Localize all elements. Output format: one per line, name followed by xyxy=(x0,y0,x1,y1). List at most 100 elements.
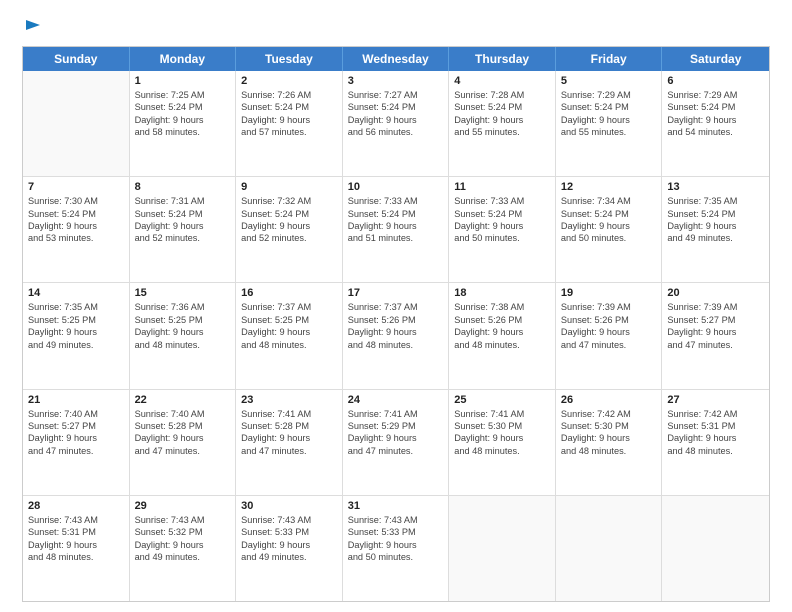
day-cell-30: 30Sunrise: 7:43 AMSunset: 5:33 PMDayligh… xyxy=(236,496,343,601)
day-cell-4: 4Sunrise: 7:28 AMSunset: 5:24 PMDaylight… xyxy=(449,71,556,176)
cell-info-line: Sunrise: 7:31 AM xyxy=(135,195,231,207)
cell-info-line: and 48 minutes. xyxy=(348,339,444,351)
day-cell-20: 20Sunrise: 7:39 AMSunset: 5:27 PMDayligh… xyxy=(662,283,769,388)
day-number: 19 xyxy=(561,287,657,299)
cell-info-line: Daylight: 9 hours xyxy=(135,114,231,126)
cell-info-line: Sunrise: 7:41 AM xyxy=(454,408,550,420)
cell-info-line: Sunset: 5:26 PM xyxy=(348,314,444,326)
day-cell-7: 7Sunrise: 7:30 AMSunset: 5:24 PMDaylight… xyxy=(23,177,130,282)
day-number: 22 xyxy=(135,394,231,406)
cell-info-line: and 52 minutes. xyxy=(241,232,337,244)
cell-info-line: Daylight: 9 hours xyxy=(348,539,444,551)
day-cell-8: 8Sunrise: 7:31 AMSunset: 5:24 PMDaylight… xyxy=(130,177,237,282)
day-number: 23 xyxy=(241,394,337,406)
week-row-3: 21Sunrise: 7:40 AMSunset: 5:27 PMDayligh… xyxy=(23,390,769,496)
day-number: 4 xyxy=(454,75,550,87)
day-cell-5: 5Sunrise: 7:29 AMSunset: 5:24 PMDaylight… xyxy=(556,71,663,176)
cell-info-line: and 54 minutes. xyxy=(667,126,764,138)
day-cell-6: 6Sunrise: 7:29 AMSunset: 5:24 PMDaylight… xyxy=(662,71,769,176)
day-number: 31 xyxy=(348,500,444,512)
cell-info-line: Sunset: 5:24 PM xyxy=(561,101,657,113)
day-cell-12: 12Sunrise: 7:34 AMSunset: 5:24 PMDayligh… xyxy=(556,177,663,282)
cell-info-line: Daylight: 9 hours xyxy=(667,432,764,444)
day-cell-3: 3Sunrise: 7:27 AMSunset: 5:24 PMDaylight… xyxy=(343,71,450,176)
day-number: 29 xyxy=(135,500,231,512)
cell-info-line: and 56 minutes. xyxy=(348,126,444,138)
day-number: 16 xyxy=(241,287,337,299)
cell-info-line: Daylight: 9 hours xyxy=(241,432,337,444)
cell-info-line: Sunset: 5:25 PM xyxy=(135,314,231,326)
day-cell-15: 15Sunrise: 7:36 AMSunset: 5:25 PMDayligh… xyxy=(130,283,237,388)
cell-info-line: Daylight: 9 hours xyxy=(348,114,444,126)
day-number: 11 xyxy=(454,181,550,193)
cell-info-line: and 52 minutes. xyxy=(135,232,231,244)
cell-info-line: and 55 minutes. xyxy=(561,126,657,138)
day-cell-16: 16Sunrise: 7:37 AMSunset: 5:25 PMDayligh… xyxy=(236,283,343,388)
day-number: 15 xyxy=(135,287,231,299)
empty-cell xyxy=(23,71,130,176)
empty-cell xyxy=(662,496,769,601)
cell-info-line: Sunrise: 7:26 AM xyxy=(241,89,337,101)
cell-info-line: Daylight: 9 hours xyxy=(667,326,764,338)
cell-info-line: and 49 minutes. xyxy=(241,551,337,563)
cell-info-line: and 49 minutes. xyxy=(135,551,231,563)
cell-info-line: Sunrise: 7:43 AM xyxy=(348,514,444,526)
day-cell-26: 26Sunrise: 7:42 AMSunset: 5:30 PMDayligh… xyxy=(556,390,663,495)
day-cell-11: 11Sunrise: 7:33 AMSunset: 5:24 PMDayligh… xyxy=(449,177,556,282)
calendar-body: 1Sunrise: 7:25 AMSunset: 5:24 PMDaylight… xyxy=(23,71,769,601)
week-row-1: 7Sunrise: 7:30 AMSunset: 5:24 PMDaylight… xyxy=(23,177,769,283)
day-cell-19: 19Sunrise: 7:39 AMSunset: 5:26 PMDayligh… xyxy=(556,283,663,388)
cell-info-line: Sunrise: 7:43 AM xyxy=(28,514,124,526)
cell-info-line: Sunset: 5:31 PM xyxy=(667,420,764,432)
cell-info-line: and 47 minutes. xyxy=(241,445,337,457)
cell-info-line: Sunrise: 7:41 AM xyxy=(348,408,444,420)
day-number: 13 xyxy=(667,181,764,193)
cell-info-line: Sunrise: 7:30 AM xyxy=(28,195,124,207)
cell-info-line: Daylight: 9 hours xyxy=(667,114,764,126)
day-cell-27: 27Sunrise: 7:42 AMSunset: 5:31 PMDayligh… xyxy=(662,390,769,495)
cell-info-line: Sunset: 5:25 PM xyxy=(28,314,124,326)
cell-info-line: Sunrise: 7:34 AM xyxy=(561,195,657,207)
cell-info-line: Daylight: 9 hours xyxy=(561,114,657,126)
week-row-4: 28Sunrise: 7:43 AMSunset: 5:31 PMDayligh… xyxy=(23,496,769,601)
cell-info-line: Daylight: 9 hours xyxy=(241,220,337,232)
day-cell-9: 9Sunrise: 7:32 AMSunset: 5:24 PMDaylight… xyxy=(236,177,343,282)
cell-info-line: Daylight: 9 hours xyxy=(241,114,337,126)
day-number: 25 xyxy=(454,394,550,406)
cell-info-line: Sunset: 5:26 PM xyxy=(561,314,657,326)
day-number: 28 xyxy=(28,500,124,512)
day-number: 3 xyxy=(348,75,444,87)
day-number: 20 xyxy=(667,287,764,299)
header-day-sunday: Sunday xyxy=(23,47,130,71)
cell-info-line: Sunset: 5:24 PM xyxy=(454,101,550,113)
cell-info-line: Sunrise: 7:38 AM xyxy=(454,301,550,313)
cell-info-line: Daylight: 9 hours xyxy=(454,432,550,444)
day-number: 12 xyxy=(561,181,657,193)
day-number: 14 xyxy=(28,287,124,299)
cell-info-line: Sunset: 5:24 PM xyxy=(241,208,337,220)
cell-info-line: Sunset: 5:28 PM xyxy=(241,420,337,432)
day-cell-22: 22Sunrise: 7:40 AMSunset: 5:28 PMDayligh… xyxy=(130,390,237,495)
cell-info-line: Sunrise: 7:32 AM xyxy=(241,195,337,207)
cell-info-line: Sunset: 5:33 PM xyxy=(348,526,444,538)
cell-info-line: Daylight: 9 hours xyxy=(454,114,550,126)
cell-info-line: and 48 minutes. xyxy=(561,445,657,457)
cell-info-line: Sunrise: 7:25 AM xyxy=(135,89,231,101)
cell-info-line: Sunrise: 7:35 AM xyxy=(28,301,124,313)
day-number: 8 xyxy=(135,181,231,193)
cell-info-line: Sunset: 5:24 PM xyxy=(454,208,550,220)
cell-info-line: Sunset: 5:32 PM xyxy=(135,526,231,538)
cell-info-line: and 47 minutes. xyxy=(561,339,657,351)
cell-info-line: and 48 minutes. xyxy=(667,445,764,457)
cell-info-line: Sunset: 5:27 PM xyxy=(28,420,124,432)
header-day-thursday: Thursday xyxy=(449,47,556,71)
cell-info-line: Sunset: 5:24 PM xyxy=(28,208,124,220)
cell-info-line: and 57 minutes. xyxy=(241,126,337,138)
cell-info-line: and 48 minutes. xyxy=(241,339,337,351)
cell-info-line: Daylight: 9 hours xyxy=(135,220,231,232)
cell-info-line: Daylight: 9 hours xyxy=(348,432,444,444)
cell-info-line: Daylight: 9 hours xyxy=(454,220,550,232)
day-cell-28: 28Sunrise: 7:43 AMSunset: 5:31 PMDayligh… xyxy=(23,496,130,601)
cell-info-line: and 51 minutes. xyxy=(348,232,444,244)
day-number: 5 xyxy=(561,75,657,87)
